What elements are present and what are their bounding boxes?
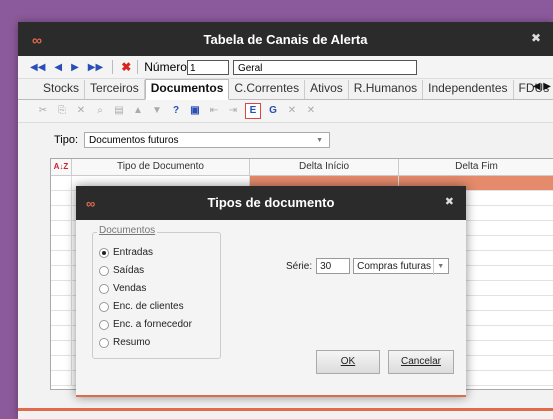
table-cell[interactable] [51,221,72,235]
radio-label: Enc. a fornecedor [113,319,192,330]
table-cell[interactable] [51,311,72,325]
cut-icon[interactable]: ✂ [36,104,50,118]
close-icon[interactable]: ✖ [531,31,541,45]
table-cell[interactable] [51,236,72,250]
radio-option[interactable]: Entradas [99,247,153,258]
table-cell[interactable] [51,296,72,310]
insert-icon[interactable]: ▤ [112,104,126,118]
serie-select[interactable]: Compras futuras ▼ [353,258,450,275]
copy-icon[interactable]: ⎘ [55,104,69,118]
table-cell[interactable] [51,341,72,355]
tab-ativos[interactable]: Ativos [305,80,349,99]
table-cell[interactable] [51,356,72,370]
radio-button[interactable] [99,319,109,330]
tab-ccorrentes[interactable]: C.Correntes [229,80,306,99]
tab-scroll-arrows-icon[interactable]: ◀ ▶ [533,81,551,92]
table-cell[interactable] [51,326,72,340]
next-record-icon[interactable]: ▶ [71,62,79,73]
header-tipo-documento[interactable]: Tipo de Documento [72,159,250,175]
dialog-accent-stripe [76,395,466,397]
first-record-icon[interactable]: ◀◀ [30,62,45,73]
help-icon[interactable]: ? [169,104,183,118]
align-right-icon[interactable]: ⇥ [226,104,240,118]
radio-option[interactable]: Enc. de clientes [99,301,184,312]
toolbar-separator [112,60,114,74]
find-icon[interactable]: ⌕ [93,104,107,118]
radio-button[interactable] [99,283,109,294]
tab-stocks[interactable]: Stocks [38,80,86,99]
align-left-icon[interactable]: ⇤ [207,104,221,118]
numero-label: Número [144,60,187,74]
navigation-toolbar: ◀◀ ◀ ▶ ▶▶ ✖ Número 1 Geral [18,56,553,79]
dialog-close-icon[interactable]: ✖ [445,195,454,208]
tipo-select[interactable]: Documentos futuros ▼ [84,132,331,148]
window-title: Tabela de Canais de Alerta [203,31,368,47]
delete-icon[interactable]: ✖ [121,60,131,74]
documentos-group: Documentos Entradas Saídas Vendas Enc. de c… [92,225,221,359]
radio-button[interactable] [99,265,109,276]
tipos-documento-dialog: ∞ Tipos de documento ✖ Documentos Entrad… [76,186,466,397]
numero-input[interactable]: 1 [186,59,229,75]
header-delta-inicio[interactable]: Delta Início [250,159,399,175]
delete-row-icon[interactable]: ✕ [74,104,88,118]
radio-option[interactable]: Enc. a fornecedor [99,319,192,330]
radio-button[interactable] [99,337,109,348]
tipo-select-value: Documentos futuros [89,135,179,146]
table-cell[interactable] [51,281,72,295]
g-toggle-icon[interactable]: G [266,104,280,118]
radio-option[interactable]: Vendas [99,283,146,294]
radio-button[interactable] [99,247,109,258]
serie-select-value: Compras futuras [357,261,432,272]
accent-stripe [18,408,553,411]
chevron-down-icon: ▼ [316,137,324,144]
tab-documentos[interactable]: Documentos [144,79,230,100]
table-cell[interactable] [51,266,72,280]
move-up-icon[interactable]: ▲ [131,104,145,118]
tab-rhumanos[interactable]: R.Humanos [349,80,424,99]
serie-row: Série: 30 Compras futuras ▼ [286,258,450,275]
radio-label: Entradas [113,247,154,258]
chevron-down-icon: ▼ [433,259,444,275]
radio-label: Saídas [113,265,145,276]
radio-button[interactable] [99,301,109,312]
dialog-title: Tipos de documento [207,195,335,210]
table-cell[interactable] [51,371,72,385]
table-cell[interactable] [51,206,72,220]
serie-input[interactable]: 30 [316,258,351,274]
tipo-label: Tipo: [54,134,79,146]
previous-record-icon[interactable]: ◀ [54,62,62,73]
tab-terceiros[interactable]: Terceiros [85,80,145,99]
ok-button[interactable]: OK [316,350,380,374]
table-cell[interactable] [51,191,72,205]
title-bar: ∞ Tabela de Canais de Alerta ✖ [18,22,553,56]
xe-icon[interactable]: ✕ [285,104,299,118]
xg-icon[interactable]: ✕ [304,104,318,118]
tab-independentes[interactable]: Independentes [423,80,514,99]
last-record-icon[interactable]: ▶▶ [88,62,103,73]
dialog-title-bar: ∞ Tipos de documento ✖ [76,186,466,220]
move-down-icon[interactable]: ▼ [150,104,164,118]
tipo-row: Tipo: Documentos futuros ▼ [54,132,331,148]
grid-header: A↓Z Tipo de Documento Delta Início Delta… [51,159,553,176]
toolbar-separator [137,60,139,74]
name-input[interactable]: Geral [232,59,417,75]
radio-option[interactable]: Resumo [99,337,150,348]
table-cell[interactable] [51,176,72,190]
radio-label: Resumo [113,337,151,348]
radio-label: Vendas [113,283,147,294]
sort-icon[interactable]: A↓Z [51,159,72,175]
serie-label: Série: [286,260,313,272]
radio-option[interactable]: Saídas [99,265,144,276]
tab-bar: Stocks Terceiros Documentos C.Correntes … [18,79,553,100]
radio-label: Enc. de clientes [113,301,184,312]
e-toggle-icon[interactable]: E [245,103,261,119]
table-cell[interactable] [51,251,72,265]
header-delta-fim[interactable]: Delta Fim [399,159,553,175]
documentos-group-label: Documentos [97,225,158,236]
edit-toolbar: ✂ ⎘ ✕ ⌕ ▤ ▲ ▼ ? ▣ ⇤ ⇥ E G ✕ ✕ [18,100,553,123]
cancel-button[interactable]: Cancelar [388,350,454,374]
app-logo-icon: ∞ [32,32,42,48]
export-icon[interactable]: ▣ [188,104,202,118]
